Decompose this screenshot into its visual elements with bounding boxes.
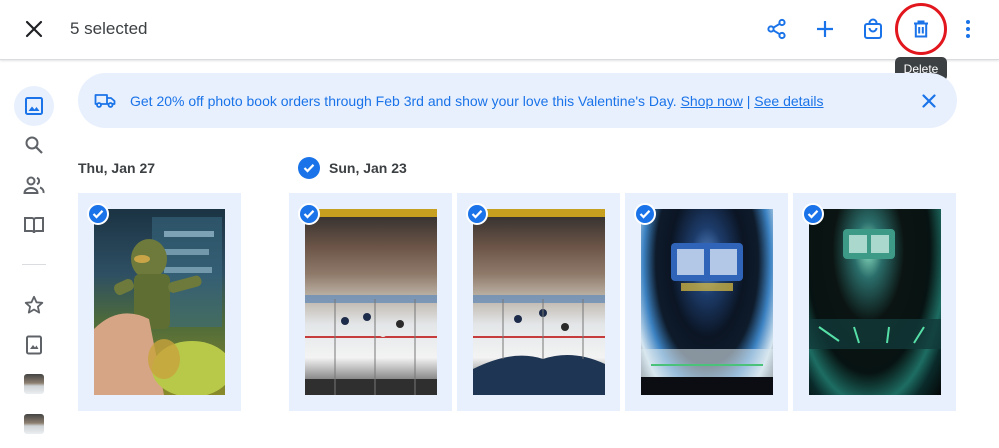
see-details-link[interactable]: See details [754,93,823,109]
close-selection-button[interactable] [18,13,50,45]
checkmark-icon [639,210,651,219]
selected-check[interactable] [802,203,824,225]
shop-now-link[interactable]: Shop now [681,93,743,109]
album-thumbnail[interactable] [24,374,44,394]
checkmark-icon [303,210,315,219]
select-group-checkbox[interactable] [298,157,320,179]
photo-image [473,209,605,395]
selected-check[interactable] [466,203,488,225]
photo-tile[interactable] [793,193,956,411]
nav-sharing[interactable] [14,165,54,205]
nav-photo-books[interactable] [14,325,54,365]
hockey-game-graphic [305,209,437,395]
date-group-label: Sun, Jan 23 [329,160,407,176]
share-icon [767,18,786,40]
hockey-game-graphic [473,209,605,395]
close-icon [25,20,43,38]
photo-image [809,209,941,395]
photo-tile[interactable] [457,193,620,411]
side-navigation [0,61,70,448]
order-photo-button[interactable] [856,12,890,46]
action-figure-graphic [94,217,225,395]
checkmark-icon [471,210,483,219]
selected-check[interactable] [87,203,109,225]
photo-tile[interactable] [78,193,241,411]
add-to-album-button[interactable] [808,12,842,46]
banner-separator: | [746,93,751,109]
date-group-label: Thu, Jan 27 [78,160,156,176]
checkmark-icon [303,164,315,173]
search-icon [25,136,43,154]
people-icon [23,176,45,194]
shopping-bag-icon [864,18,882,39]
more-options-button[interactable] [951,12,985,46]
checkmark-icon [92,210,104,219]
checkmark-icon [807,210,819,219]
photo-tile[interactable] [625,193,788,411]
shipping-truck-icon [94,94,116,108]
top-app-bar: 5 selected [0,0,999,60]
selected-check[interactable] [634,203,656,225]
banner-message: Get 20% off photo book orders through Fe… [130,93,824,109]
arena-scoreboard-graphic [641,243,773,395]
photo-book-icon [26,335,42,355]
rail-divider [22,264,46,265]
promo-banner: Get 20% off photo book orders through Fe… [78,73,957,128]
photo-image [641,209,773,395]
dark-arena-graphic [809,229,941,349]
selected-check[interactable] [298,203,320,225]
star-icon [24,295,44,314]
trash-icon [914,20,928,38]
album-icon [24,217,44,234]
photo-image [305,209,437,395]
more-vert-icon [966,20,970,38]
delete-button[interactable] [904,12,938,46]
add-icon [817,21,833,37]
dismiss-banner-button[interactable] [915,87,943,115]
nav-library[interactable] [14,205,54,245]
photo-image [94,209,225,395]
photos-icon [25,97,43,115]
album-thumbnail[interactable] [24,414,44,434]
banner-text: Get 20% off photo book orders through Fe… [130,93,677,109]
nav-photos[interactable] [14,86,54,126]
nav-favorites[interactable] [14,285,54,325]
close-icon [922,94,936,108]
selected-count: 5 selected [70,19,148,38]
nav-search[interactable] [14,125,54,165]
photo-tile[interactable] [289,193,452,411]
share-button[interactable] [760,12,794,46]
